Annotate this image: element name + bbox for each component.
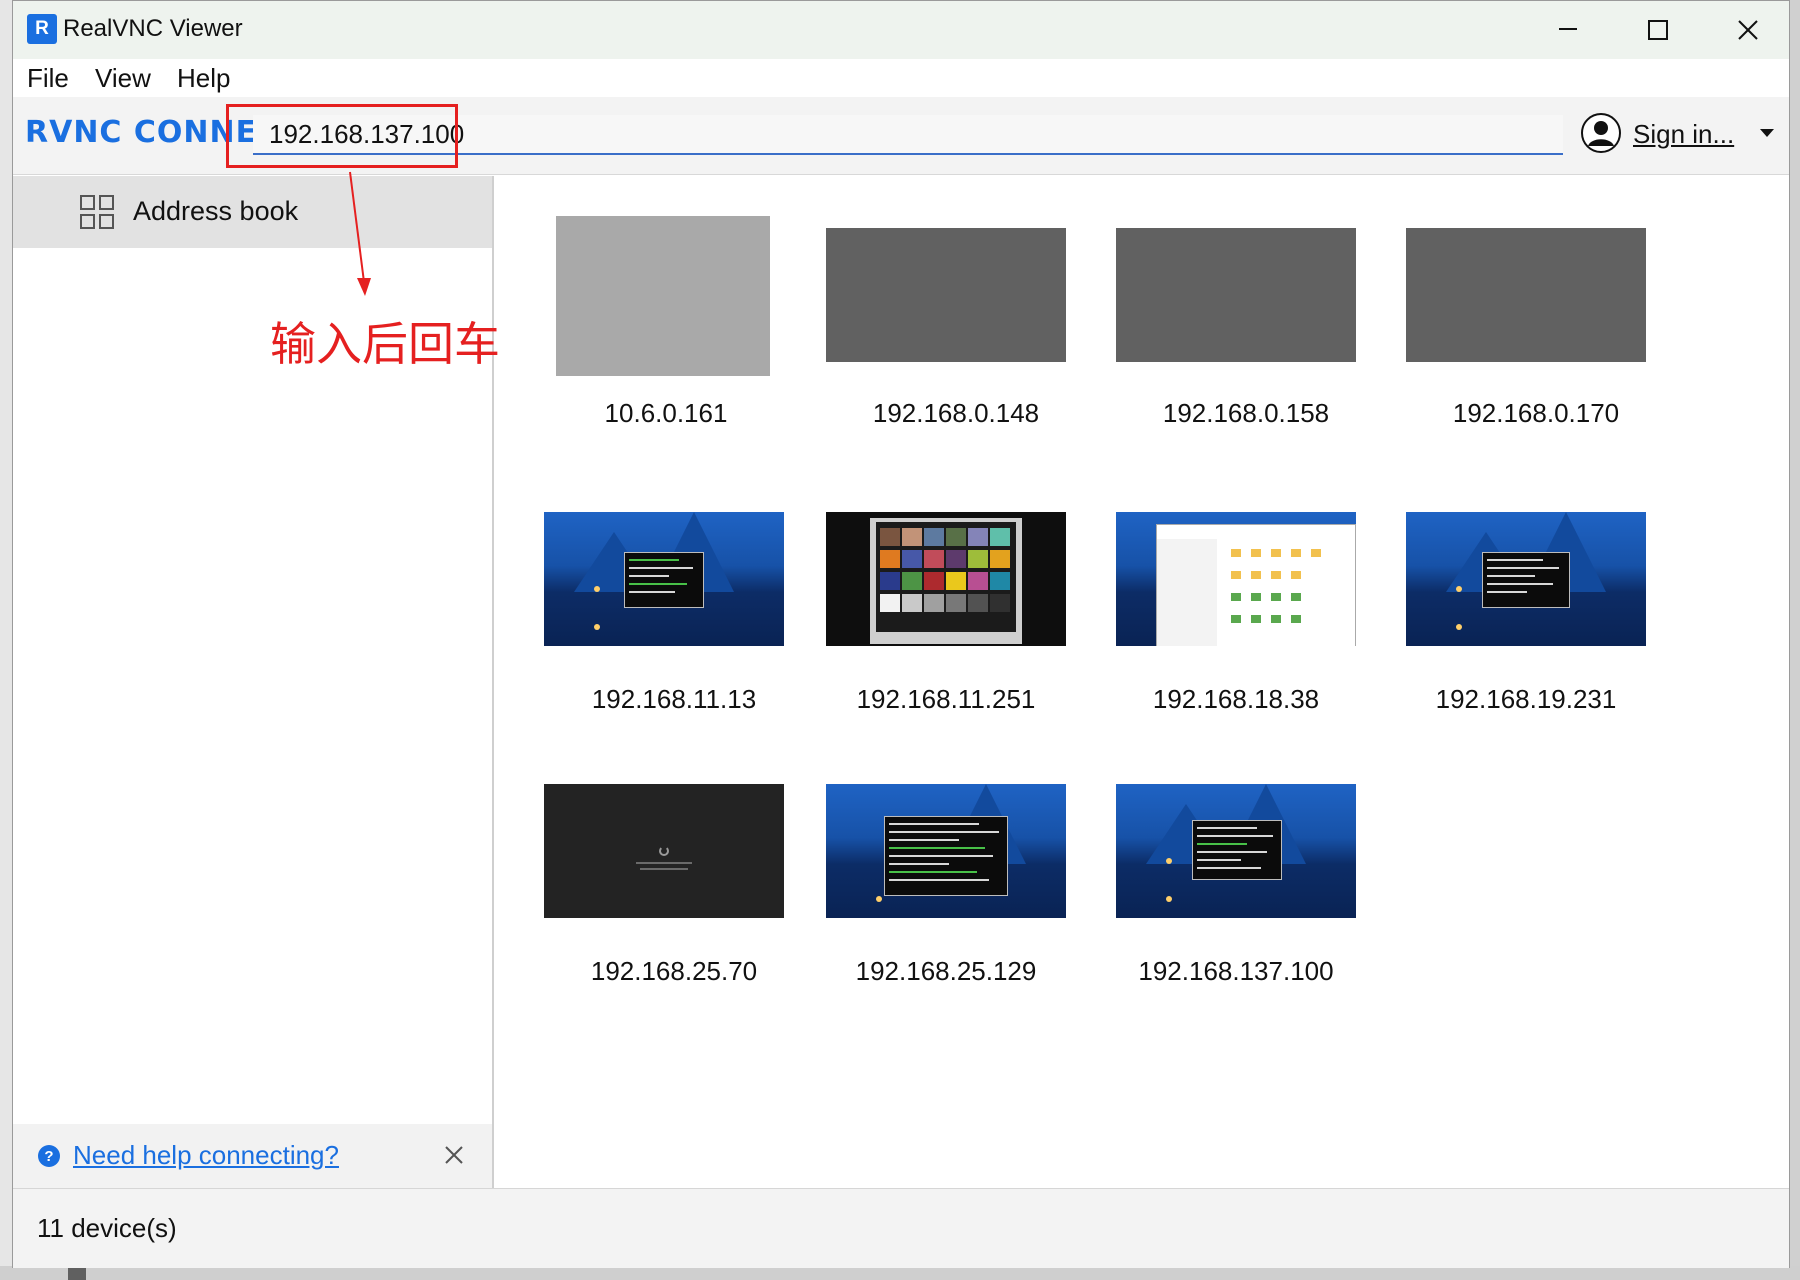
device-tile[interactable]: 192.168.25.70 [544, 784, 816, 1034]
minimize-icon [1559, 28, 1577, 30]
device-tile[interactable]: 192.168.19.231 [1406, 512, 1666, 762]
device-tile[interactable]: 192.168.0.148 [826, 216, 1086, 466]
chevron-down-icon [1760, 129, 1774, 137]
device-thumbnail [1116, 784, 1356, 918]
svg-text:?: ? [44, 1148, 53, 1165]
sidebar-item-address-book[interactable]: Address book [13, 176, 492, 248]
device-label: 10.6.0.161 [604, 398, 728, 428]
device-tile[interactable]: 192.168.11.251 [826, 512, 1086, 762]
device-thumbnail [826, 512, 1066, 646]
need-help-link[interactable]: Need help connecting? [73, 1140, 339, 1171]
status-bar: 11 device(s) [13, 1188, 1789, 1268]
device-tile[interactable]: 192.168.137.100 [1116, 784, 1376, 1034]
maximize-button[interactable] [1613, 1, 1703, 59]
close-icon[interactable] [441, 1142, 467, 1168]
device-thumbnail [1116, 512, 1356, 646]
user-avatar-icon [1581, 113, 1621, 153]
device-label: 192.168.19.231 [1435, 684, 1617, 714]
device-thumbnail [826, 228, 1066, 362]
sign-in-button[interactable]: Sign in... [1581, 113, 1781, 157]
device-tile[interactable]: 192.168.0.158 [1116, 216, 1376, 466]
device-tile[interactable]: 10.6.0.161 [536, 216, 796, 466]
minimize-button[interactable] [1523, 1, 1613, 59]
annotation-highlight-box [226, 104, 458, 168]
device-thumbnail [556, 216, 770, 376]
device-thumbnail [1406, 512, 1646, 646]
grid-icon [80, 195, 114, 229]
close-window-button[interactable] [1703, 1, 1793, 59]
device-label: 192.168.11.251 [856, 684, 1036, 714]
device-label: 192.168.137.100 [1138, 956, 1334, 986]
device-thumbnail [544, 512, 784, 646]
realvnc-viewer-window: R RealVNC Viewer File View Help RVNC CON… [12, 0, 1790, 1268]
device-label: 192.168.18.38 [1152, 684, 1320, 714]
realvnc-app-icon: R [27, 14, 57, 44]
device-label: 192.168.0.148 [872, 398, 1040, 428]
title-bar: R RealVNC Viewer [13, 1, 1789, 59]
menu-file[interactable]: File [27, 63, 69, 94]
background-taskbar-edge [0, 1266, 1800, 1280]
device-tile[interactable]: 192.168.11.13 [544, 512, 816, 762]
close-icon [1738, 20, 1758, 40]
menu-bar: File View Help [13, 59, 1789, 97]
device-tile[interactable]: 192.168.25.129 [826, 784, 1086, 1034]
maximize-icon [1648, 20, 1668, 40]
device-grid: 10.6.0.161 192.168.0.148 192.168.0.158 1… [496, 176, 1789, 1188]
device-thumbnail [1116, 228, 1356, 362]
window-title: RealVNC Viewer [63, 15, 243, 42]
device-label: 192.168.0.158 [1162, 398, 1330, 428]
background-window-edge [1790, 0, 1800, 1280]
menu-help[interactable]: Help [177, 63, 230, 94]
device-thumbnail [1406, 228, 1646, 362]
device-tile[interactable]: 192.168.18.38 [1116, 512, 1376, 762]
help-banner: ? Need help connecting? [13, 1124, 492, 1188]
device-tile[interactable]: 192.168.0.170 [1406, 216, 1666, 466]
help-icon: ? [38, 1145, 60, 1167]
device-label: 192.168.0.170 [1452, 398, 1620, 428]
sign-in-label: Sign in... [1633, 119, 1735, 149]
device-thumbnail [544, 784, 784, 918]
annotation-caption: 输入后回车 [270, 317, 500, 371]
device-label: 192.168.11.13 [591, 684, 757, 714]
device-thumbnail [826, 784, 1066, 918]
device-label: 192.168.25.70 [590, 956, 758, 986]
device-label: 192.168.25.129 [855, 956, 1037, 986]
device-count: 11 device(s) [37, 1213, 177, 1243]
menu-view[interactable]: View [95, 63, 151, 94]
sidebar-item-label: Address book [133, 196, 299, 226]
annotation-arrow [349, 171, 371, 296]
